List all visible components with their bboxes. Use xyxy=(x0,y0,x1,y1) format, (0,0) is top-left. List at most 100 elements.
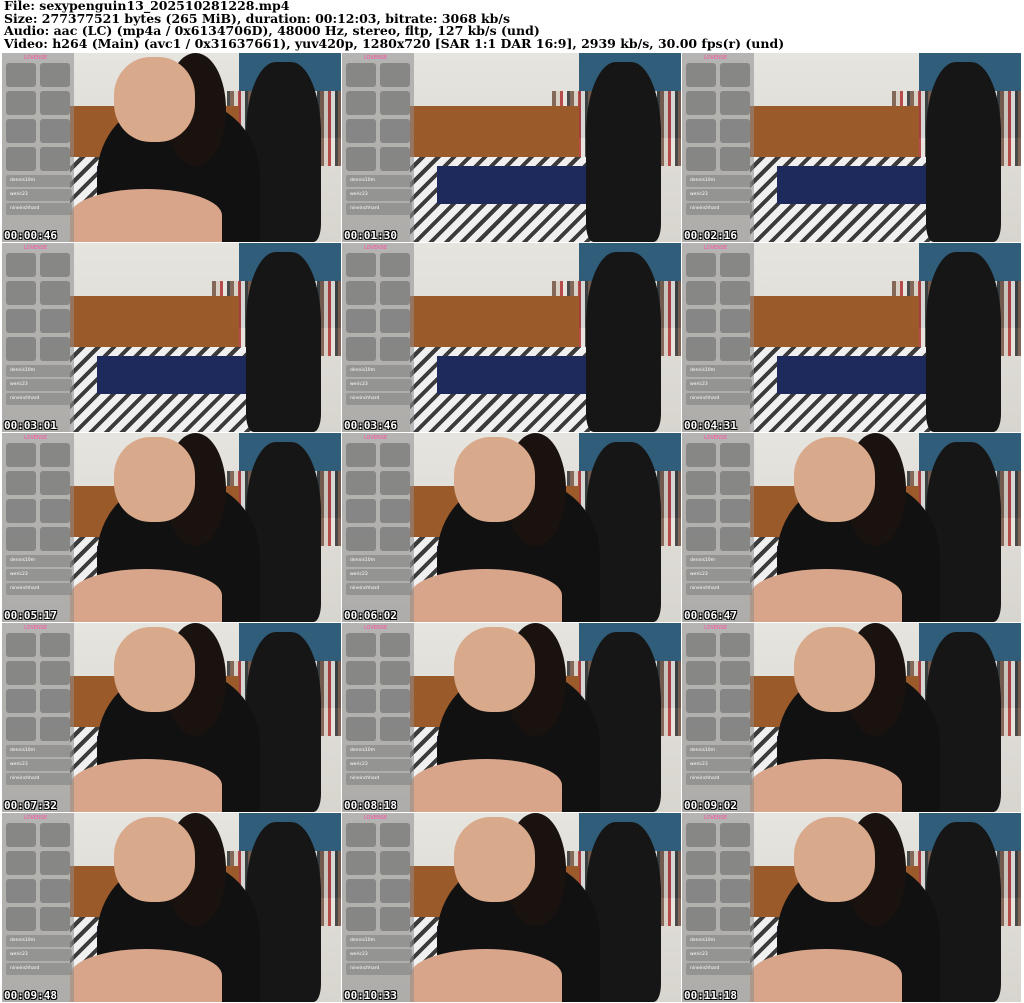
tip-tile xyxy=(6,281,36,305)
tip-tile xyxy=(720,147,750,171)
tip-tile xyxy=(6,851,36,875)
tip-menu-overlay: LOVENSE dennis10m weric23 nineinchhard xyxy=(682,813,754,1002)
tipper-row: nineinchhard xyxy=(346,393,412,405)
tipper-row: nineinchhard xyxy=(346,963,412,975)
brand-label: LOVENSE xyxy=(24,55,48,61)
thumbnail[interactable]: LOVENSE dennis10m weric23 nineinchhard 00:02… xyxy=(682,53,1021,242)
tip-tile xyxy=(380,253,410,277)
tip-tile xyxy=(686,633,716,657)
tip-tile xyxy=(720,633,750,657)
thumbnail[interactable]: LOVENSE dennis10m weric23 nineinchhard 00:00… xyxy=(2,53,341,242)
tip-tile xyxy=(686,717,716,741)
person-face xyxy=(113,816,196,902)
tip-tile xyxy=(380,63,410,87)
bed-blanket xyxy=(436,166,590,205)
thumbnail[interactable]: LOVENSE dennis10m weric23 nineinchhard 00:10… xyxy=(342,813,681,1002)
tip-tile xyxy=(686,309,716,333)
tip-tile xyxy=(686,661,716,685)
brand-label: LOVENSE xyxy=(24,625,48,631)
tip-tile xyxy=(346,147,376,171)
tip-menu-overlay: LOVENSE dennis10m weric23 nineinchhard xyxy=(342,813,414,1002)
tip-menu-overlay: LOVENSE dennis10m weric23 nineinchhard xyxy=(342,623,414,812)
thumbnail[interactable]: LOVENSE dennis10m weric23 nineinchhard 00:03… xyxy=(342,243,681,432)
thumbnail[interactable]: LOVENSE dennis10m weric23 nineinchhard 00:09… xyxy=(2,813,341,1002)
tip-tile xyxy=(686,91,716,115)
tipper-row: weric23 xyxy=(346,759,412,771)
tip-tile xyxy=(40,823,70,847)
gaming-chair xyxy=(586,62,661,242)
thumbnail[interactable]: LOVENSE dennis10m weric23 nineinchhard 00:05… xyxy=(2,433,341,622)
timestamp: 00:00:46 xyxy=(4,229,57,242)
thumbnail[interactable]: LOVENSE dennis10m weric23 nineinchhard 00:04… xyxy=(682,243,1021,432)
tip-tile xyxy=(720,309,750,333)
timestamp: 00:03:46 xyxy=(344,419,397,432)
thumbnail[interactable]: LOVENSE dennis10m weric23 nineinchhard 00:08… xyxy=(342,623,681,812)
tipper-row: weric23 xyxy=(686,569,752,581)
tip-tile xyxy=(380,661,410,685)
tip-menu-overlay: LOVENSE dennis10m weric23 nineinchhard xyxy=(342,433,414,622)
tipper-row: nineinchhard xyxy=(686,773,752,785)
tip-tile xyxy=(720,717,750,741)
tip-menu-overlay: LOVENSE dennis10m weric23 nineinchhard xyxy=(2,813,74,1002)
timestamp: 00:05:17 xyxy=(4,609,57,622)
tip-tile xyxy=(380,443,410,467)
tip-tile xyxy=(6,823,36,847)
tip-tile xyxy=(40,253,70,277)
tip-tile xyxy=(346,119,376,143)
timestamp: 00:09:02 xyxy=(684,799,737,812)
tip-tile xyxy=(686,443,716,467)
tip-tile xyxy=(380,717,410,741)
tip-tile xyxy=(720,443,750,467)
timestamp: 00:01:30 xyxy=(344,229,397,242)
tip-tile xyxy=(380,471,410,495)
tip-tile xyxy=(40,147,70,171)
gaming-chair xyxy=(246,252,321,432)
thumbnail[interactable]: LOVENSE dennis10m weric23 nineinchhard 00:06… xyxy=(342,433,681,622)
bed-blanket xyxy=(776,356,930,395)
tip-tile xyxy=(720,281,750,305)
tip-tile xyxy=(720,253,750,277)
brand-label: LOVENSE xyxy=(704,625,728,631)
gaming-chair xyxy=(926,252,1001,432)
tip-tile xyxy=(346,281,376,305)
tipper-row: nineinchhard xyxy=(346,203,412,215)
tip-tile xyxy=(40,907,70,931)
headboard xyxy=(409,105,580,163)
tip-tile xyxy=(686,119,716,143)
tip-tile xyxy=(686,851,716,875)
thumbnail[interactable]: LOVENSE dennis10m weric23 nineinchhard 00:03… xyxy=(2,243,341,432)
person-face xyxy=(113,56,196,142)
thumbnail[interactable]: LOVENSE dennis10m weric23 nineinchhard 00:09… xyxy=(682,623,1021,812)
tip-tile xyxy=(346,253,376,277)
tip-tile xyxy=(686,527,716,551)
tipper-row: dennis10m xyxy=(6,745,72,757)
tip-tile xyxy=(6,689,36,713)
person-face xyxy=(793,626,876,712)
timestamp: 00:08:18 xyxy=(344,799,397,812)
tip-menu-overlay: LOVENSE dennis10m weric23 nineinchhard xyxy=(342,243,414,432)
tip-tile xyxy=(6,91,36,115)
tipper-row: dennis10m xyxy=(686,745,752,757)
tip-tile xyxy=(40,281,70,305)
tip-tile xyxy=(6,633,36,657)
gaming-chair xyxy=(926,62,1001,242)
tip-tile xyxy=(686,823,716,847)
tip-tile xyxy=(346,527,376,551)
tip-tile xyxy=(346,879,376,903)
headboard xyxy=(409,295,580,353)
thumbnail[interactable]: LOVENSE dennis10m weric23 nineinchhard 00:11… xyxy=(682,813,1021,1002)
tip-tile xyxy=(40,337,70,361)
tip-tile xyxy=(380,633,410,657)
tipper-row: dennis10m xyxy=(6,555,72,567)
thumbnail[interactable]: LOVENSE dennis10m weric23 nineinchhard 00:06… xyxy=(682,433,1021,622)
tip-tile xyxy=(686,879,716,903)
tip-tile xyxy=(6,661,36,685)
timestamp: 00:11:18 xyxy=(684,989,737,1002)
tipper-row: nineinchhard xyxy=(6,203,72,215)
tip-tile xyxy=(6,471,36,495)
thumbnail[interactable]: LOVENSE dennis10m weric23 nineinchhard 00:07… xyxy=(2,623,341,812)
tipper-row: weric23 xyxy=(346,379,412,391)
brand-label: LOVENSE xyxy=(24,435,48,441)
tip-tile xyxy=(40,661,70,685)
thumbnail[interactable]: LOVENSE dennis10m weric23 nineinchhard 00:01… xyxy=(342,53,681,242)
